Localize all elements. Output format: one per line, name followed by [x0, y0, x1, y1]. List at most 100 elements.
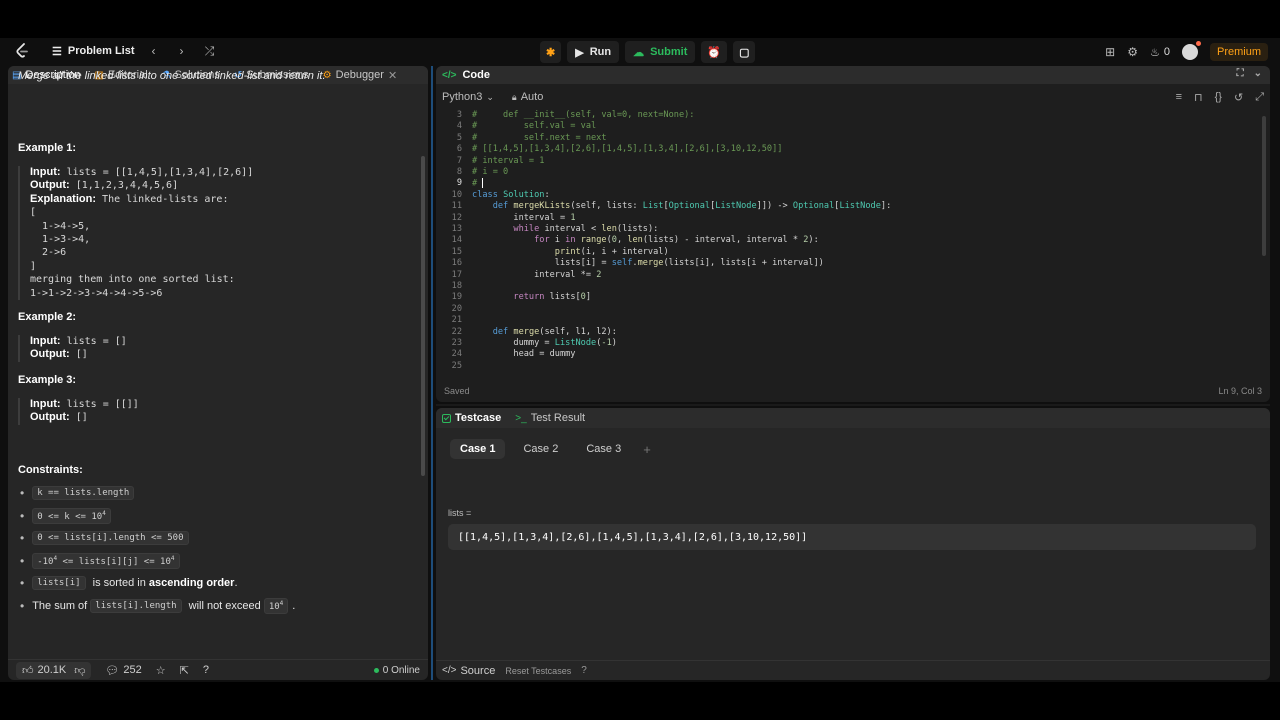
alarm-clock-icon: ⏰	[707, 46, 722, 59]
code-line: 17 interval *= 2	[451, 269, 602, 280]
code-line: 18	[451, 281, 462, 291]
format-lines-icon[interactable]: ≡	[1176, 91, 1182, 104]
streak-count-value: 0	[1163, 46, 1170, 58]
example-3-title: Example 3:	[18, 374, 77, 386]
case-tab-1[interactable]: Case 1	[450, 439, 506, 459]
panel-resize-handle[interactable]	[431, 66, 433, 680]
expand-icon[interactable]: ⤢	[1255, 91, 1264, 104]
chevron-left-icon[interactable]: ‹	[145, 44, 163, 58]
code-editor[interactable]: 3 # def __init__(self, val=0, next=None):…	[436, 110, 1270, 374]
shuffle-icon[interactable]: ⤮	[201, 44, 219, 59]
save-status: Saved	[444, 386, 470, 396]
help-icon[interactable]: ?	[581, 665, 587, 676]
bug-icon: ✱	[546, 46, 556, 59]
testcase-input-field[interactable]: [[1,4,5],[1,3,4],[2,6],[1,4,5],[1,3,4],[…	[448, 524, 1256, 550]
notes-button[interactable]: ▢	[733, 41, 756, 63]
collapse-icon[interactable]: ⌄	[1254, 68, 1262, 79]
code-brackets-icon: </>	[442, 69, 457, 81]
list-icon: ☰	[52, 45, 62, 58]
editor-scrollbar[interactable]	[1262, 116, 1266, 256]
like-button[interactable]: 👍︎ 20.1K 👎︎	[16, 661, 92, 679]
layout-grid-icon[interactable]: ⊞	[1105, 45, 1115, 59]
braces-icon[interactable]: {}	[1215, 91, 1222, 104]
settings-gear-icon[interactable]: ⚙	[1127, 45, 1138, 59]
auto-mode-toggle[interactable]: 🔒︎ Auto	[512, 91, 543, 103]
streak-counter[interactable]: ♨ 0	[1150, 46, 1170, 59]
online-count: 0 Online	[382, 664, 420, 676]
editor-status-bar: Saved Ln 9, Col 3	[436, 382, 1270, 400]
case-tab-2[interactable]: Case 2	[513, 439, 568, 459]
code-line: 19 return lists[0]	[451, 292, 592, 303]
problem-intro-text: Merge all the linked-lists into one sort…	[18, 70, 326, 82]
reset-testcases-button[interactable]: Reset Testcases	[505, 666, 571, 676]
like-count: 20.1K	[37, 664, 67, 676]
add-case-icon[interactable]: +	[643, 442, 651, 457]
share-icon[interactable]: ⇱	[180, 664, 189, 677]
description-footer: 👍︎ 20.1K 👎︎ 💬︎ 252 ☆ ⇱ ? 0 Online	[8, 659, 428, 680]
run-label: Run	[589, 46, 612, 58]
code-line: 10 class Solution:	[451, 189, 550, 200]
chevron-down-icon: ⌄	[486, 91, 494, 102]
leetcode-logo-icon[interactable]	[12, 41, 32, 61]
language-value: Python3	[442, 91, 483, 103]
code-line: 24 head = dummy	[451, 349, 576, 360]
example-2-block: Input: lists = [] Output: []	[18, 335, 127, 362]
problem-list-label: Problem List	[67, 45, 135, 57]
testcase-footer: </> Source Reset Testcases ?	[436, 660, 1270, 680]
testcase-variable-label: lists =	[448, 508, 472, 518]
submit-label: Submit	[650, 46, 688, 58]
comment-count: 252	[123, 664, 142, 676]
star-icon[interactable]: ☆	[156, 664, 166, 677]
code-line: 6 # [[1,4,5],[1,3,4],[2,6],[1,4,5],[1,3,4…	[456, 144, 783, 155]
cursor-position: Ln 9, Col 3	[1218, 386, 1262, 396]
description-scrollbar[interactable]	[421, 156, 425, 476]
online-dot	[373, 667, 379, 673]
chevron-right-icon[interactable]: ›	[173, 44, 191, 58]
example-2-title: Example 2:	[18, 311, 77, 323]
comment-icon: 💬︎	[105, 664, 120, 677]
code-line: 21	[451, 315, 462, 326]
code-line: 25	[451, 360, 462, 371]
bookmark-icon[interactable]: ⊓	[1194, 91, 1203, 104]
online-status: 0 Online	[373, 664, 420, 676]
run-button[interactable]: ▶ Run	[567, 41, 620, 63]
tab-test-result[interactable]: >_ Test Result	[515, 412, 585, 424]
code-line: 14 for i in range(0, len(lists) - interv…	[451, 235, 819, 246]
user-avatar[interactable]	[1181, 41, 1201, 60]
submit-button[interactable]: ☁ Submit	[625, 41, 696, 63]
code-line: 15 print(i, i + interval)	[451, 246, 669, 257]
source-button[interactable]: </> Source	[442, 665, 495, 677]
code-line: 3 # def __init__(self, val=0, next=None):	[456, 110, 695, 120]
notification-dot	[1195, 41, 1201, 46]
example-3-block: Input: lists = [[]] Output: []	[18, 398, 139, 425]
code-line: 5 # self.next = next	[456, 132, 607, 143]
maximize-icon[interactable]: ⛶	[1237, 68, 1244, 79]
debug-button[interactable]: ✱	[540, 41, 562, 63]
problem-list-button[interactable]: ☰ Problem List	[52, 45, 135, 58]
tab-testcase[interactable]: Testcase	[442, 412, 501, 424]
terminal-icon: >_	[515, 412, 527, 424]
code-line-current: 9 #	[456, 178, 484, 189]
problem-intro: Merge all the linked-lists into one sort…	[18, 70, 418, 82]
timer-button[interactable]: ⏰	[701, 41, 728, 63]
auto-mode-label: Auto	[520, 91, 544, 103]
code-panel-title: Code	[462, 69, 490, 81]
code-line: 8 # i = 0	[456, 167, 509, 177]
editor-toolbar: Python3 ⌄ 🔒︎ Auto ≡ ⊓ {} ↺ ⤢	[436, 86, 1270, 108]
list-item: 0 <= k <= 104	[20, 505, 295, 528]
reset-icon[interactable]: ↺	[1234, 91, 1243, 104]
leetcode-workspace: ☰ Problem List ‹ › ⤮ ✱ ▶ Run ☁ Submit ⏰	[0, 38, 1280, 682]
cloud-upload-icon: ☁	[633, 46, 645, 59]
code-line: 22 def merge(self, l1, l2):	[451, 326, 617, 337]
thumbs-down-icon[interactable]: 👎︎	[74, 664, 85, 677]
horizontal-resize-handle[interactable]	[436, 404, 1270, 406]
lock-icon: 🔒︎	[511, 91, 517, 102]
help-icon[interactable]: ?	[203, 664, 209, 676]
testcase-panel: Testcase >_ Test Result Case 1 Case 2 Ca…	[436, 408, 1270, 680]
case-tab-3[interactable]: Case 3	[576, 439, 631, 459]
language-select[interactable]: Python3 ⌄	[442, 91, 494, 103]
comments-button[interactable]: 💬︎ 252	[105, 664, 141, 677]
code-line: 13 while interval < len(lists):	[451, 224, 659, 234]
premium-button[interactable]: Premium	[1209, 43, 1268, 61]
code-brackets-icon: </>	[442, 665, 457, 676]
